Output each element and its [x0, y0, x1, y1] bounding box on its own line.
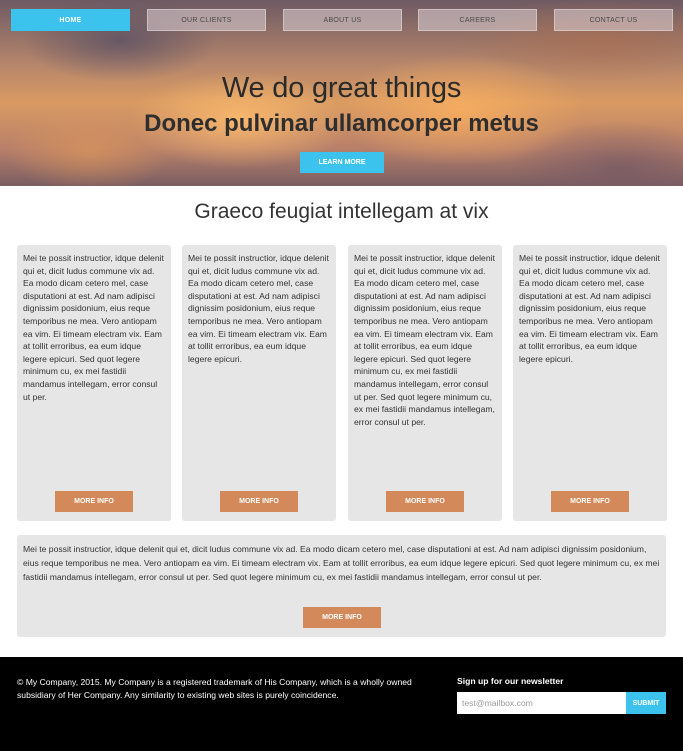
wide-card-text: Mei te possit instructior, idque delenit… — [23, 544, 660, 583]
card-text: Mei te possit instructior, idque delenit… — [23, 253, 164, 402]
card-text: Mei te possit instructior, idque delenit… — [188, 253, 329, 364]
newsletter-email-input[interactable] — [457, 692, 626, 714]
info-card: Mei te possit instructior, idque delenit… — [513, 245, 667, 521]
nav-careers[interactable]: CAREERS — [418, 9, 537, 31]
nav-contact-us[interactable]: CONTACT US — [554, 9, 673, 31]
main-nav: HOME OUR CLIENTS ABOUT US CAREERS CONTAC… — [0, 9, 683, 31]
hero-subtitle: Donec pulvinar ullamcorper metus — [144, 110, 539, 137]
info-card: Mei te possit instructior, idque delenit… — [348, 245, 502, 521]
more-info-button[interactable]: MORE INFO — [220, 491, 298, 512]
footer: © My Company, 2015. My Company is a regi… — [0, 657, 683, 751]
learn-more-button[interactable]: LEARN MORE — [300, 152, 384, 173]
card-text: Mei te possit instructior, idque delenit… — [354, 253, 495, 427]
info-card: Mei te possit instructior, idque delenit… — [17, 245, 171, 521]
newsletter-title: Sign up for our newsletter — [457, 676, 564, 686]
hero-banner: HOME OUR CLIENTS ABOUT US CAREERS CONTAC… — [0, 0, 683, 186]
more-info-button[interactable]: MORE INFO — [55, 491, 133, 512]
more-info-button[interactable]: MORE INFO — [303, 607, 381, 628]
more-info-button[interactable]: MORE INFO — [386, 491, 464, 512]
copyright-text: © My Company, 2015. My Company is a regi… — [17, 677, 412, 700]
card-text: Mei te possit instructior, idque delenit… — [519, 253, 660, 364]
submit-button[interactable]: SUBMIT — [626, 692, 666, 714]
section-title: Graeco feugiat intellegam at vix — [194, 200, 489, 223]
nav-about-us[interactable]: ABOUT US — [283, 9, 402, 31]
wide-info-card: Mei te possit instructior, idque delenit… — [17, 535, 666, 637]
nav-our-clients[interactable]: OUR CLIENTS — [147, 9, 266, 31]
hero-title: We do great things — [221, 72, 462, 104]
more-info-button[interactable]: MORE INFO — [551, 491, 629, 512]
nav-home[interactable]: HOME — [11, 9, 130, 31]
info-card: Mei te possit instructior, idque delenit… — [182, 245, 336, 521]
